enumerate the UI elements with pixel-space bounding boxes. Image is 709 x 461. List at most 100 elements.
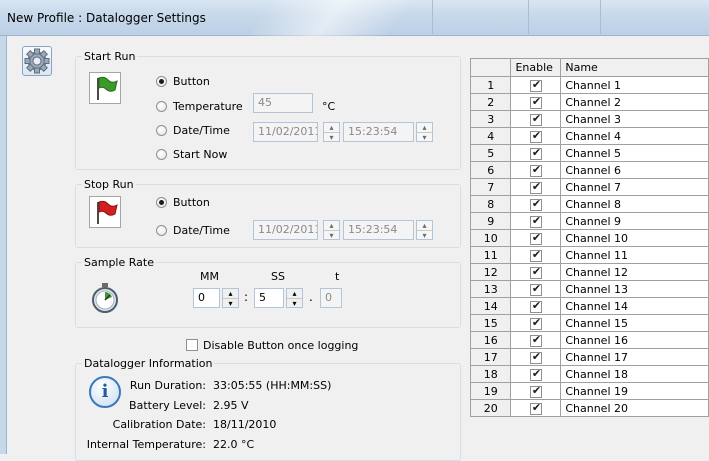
enable-checkbox[interactable]	[529, 231, 542, 245]
table-row[interactable]: 2 Channel 2	[469, 93, 709, 111]
start-time-spinner[interactable]: ▴ ▾	[416, 122, 433, 142]
channel-name[interactable]: Channel 14	[560, 297, 709, 315]
table-row[interactable]: 12 Channel 12	[469, 263, 709, 281]
channel-name[interactable]: Channel 5	[560, 144, 709, 162]
stop-date-input[interactable]: 11/02/2011	[253, 220, 318, 240]
row-number: 4	[469, 127, 512, 145]
table-row[interactable]: 3 Channel 3	[469, 110, 709, 128]
start-date-spinner[interactable]: ▴ ▾	[323, 122, 340, 142]
start-now-radio[interactable]	[156, 149, 167, 160]
channel-name[interactable]: Channel 7	[560, 178, 709, 196]
start-datetime-radio[interactable]	[156, 125, 167, 136]
channel-name[interactable]: Channel 3	[560, 110, 709, 128]
enable-checkbox[interactable]	[529, 180, 542, 194]
table-row[interactable]: 4 Channel 4	[469, 127, 709, 145]
start-button-label: Button	[173, 75, 210, 88]
enable-cell	[510, 93, 562, 111]
enable-checkbox[interactable]	[529, 299, 542, 313]
enable-checkbox[interactable]	[529, 350, 542, 364]
title-bar-glare	[249, 0, 411, 36]
minutes-input[interactable]: 0	[193, 288, 220, 308]
stop-time-spinner[interactable]: ▴ ▾	[416, 220, 433, 240]
table-row[interactable]: 10 Channel 10	[469, 229, 709, 247]
enable-checkbox[interactable]	[529, 316, 542, 330]
table-row[interactable]: 1 Channel 1	[469, 76, 709, 94]
start-time-input[interactable]: 15:23:54	[343, 122, 414, 142]
column-header-enable[interactable]: Enable	[510, 58, 562, 77]
table-row[interactable]: 11 Channel 11	[469, 246, 709, 264]
channel-name[interactable]: Channel 11	[560, 246, 709, 264]
mm-label: MM	[200, 270, 219, 283]
disable-button-checkbox[interactable]	[186, 339, 198, 351]
start-button-radio[interactable]	[156, 76, 167, 87]
row-number: 17	[469, 348, 512, 366]
enable-checkbox[interactable]	[529, 367, 542, 381]
table-row[interactable]: 8 Channel 8	[469, 195, 709, 213]
enable-checkbox[interactable]	[529, 248, 542, 262]
channel-name[interactable]: Channel 10	[560, 229, 709, 247]
gear-icon	[22, 46, 52, 76]
enable-checkbox[interactable]	[529, 401, 542, 415]
table-row[interactable]: 17 Channel 17	[469, 348, 709, 366]
enable-checkbox[interactable]	[529, 78, 542, 92]
channel-name[interactable]: Channel 19	[560, 382, 709, 400]
enable-checkbox[interactable]	[529, 214, 542, 228]
enable-checkbox[interactable]	[529, 95, 542, 109]
start-temperature-input[interactable]: 45	[253, 93, 313, 113]
stop-datetime-radio[interactable]	[156, 225, 167, 236]
row-number: 2	[469, 93, 512, 111]
ss-label: SS	[271, 270, 285, 283]
stop-button-radio[interactable]	[156, 197, 167, 208]
enable-checkbox[interactable]	[529, 265, 542, 279]
enable-checkbox[interactable]	[529, 129, 542, 143]
stop-time-input[interactable]: 15:23:54	[343, 220, 414, 240]
table-row[interactable]: 18 Channel 18	[469, 365, 709, 383]
start-date-input[interactable]: 11/02/2011	[253, 122, 318, 142]
enable-checkbox[interactable]	[529, 197, 542, 211]
enable-cell	[510, 382, 562, 400]
table-row[interactable]: 13 Channel 13	[469, 280, 709, 298]
channel-name[interactable]: Channel 13	[560, 280, 709, 298]
channel-table: Enable Name 1Channel 12Channel 23Channel…	[469, 58, 709, 417]
table-row[interactable]: 19 Channel 19	[469, 382, 709, 400]
channel-name[interactable]: Channel 1	[560, 76, 709, 94]
table-row[interactable]: 5 Channel 5	[469, 144, 709, 162]
table-row[interactable]: 7 Channel 7	[469, 178, 709, 196]
tenths-input[interactable]: 0	[320, 288, 342, 308]
row-number: 3	[469, 110, 512, 128]
channel-name[interactable]: Channel 2	[560, 93, 709, 111]
stop-run-legend: Stop Run	[84, 178, 134, 191]
row-number: 11	[469, 246, 512, 264]
channel-name[interactable]: Channel 12	[560, 263, 709, 281]
enable-checkbox[interactable]	[529, 333, 542, 347]
column-header-name[interactable]: Name	[560, 58, 709, 77]
seconds-spinner[interactable]: ▴ ▾	[286, 288, 303, 308]
table-row[interactable]: 9 Channel 9	[469, 212, 709, 230]
channel-name[interactable]: Channel 4	[560, 127, 709, 145]
table-row[interactable]: 20 Channel 20	[469, 399, 709, 417]
channel-name[interactable]: Channel 16	[560, 331, 709, 349]
enable-checkbox[interactable]	[529, 384, 542, 398]
enable-checkbox[interactable]	[529, 282, 542, 296]
channel-name[interactable]: Channel 9	[560, 212, 709, 230]
stop-button-label: Button	[173, 196, 210, 209]
minutes-spinner[interactable]: ▴ ▾	[222, 288, 239, 308]
channel-name[interactable]: Channel 15	[560, 314, 709, 332]
table-row[interactable]: 6 Channel 6	[469, 161, 709, 179]
row-number: 1	[469, 76, 512, 94]
seconds-input[interactable]: 5	[254, 288, 284, 308]
stop-date-spinner[interactable]: ▴ ▾	[323, 220, 340, 240]
channel-name[interactable]: Channel 6	[560, 161, 709, 179]
channel-name[interactable]: Channel 8	[560, 195, 709, 213]
row-number: 14	[469, 297, 512, 315]
enable-checkbox[interactable]	[529, 163, 542, 177]
enable-checkbox[interactable]	[529, 146, 542, 160]
channel-name[interactable]: Channel 20	[560, 399, 709, 417]
table-row[interactable]: 15 Channel 15	[469, 314, 709, 332]
channel-name[interactable]: Channel 18	[560, 365, 709, 383]
enable-checkbox[interactable]	[529, 112, 542, 126]
table-row[interactable]: 16 Channel 16	[469, 331, 709, 349]
start-temperature-radio[interactable]	[156, 101, 167, 112]
channel-name[interactable]: Channel 17	[560, 348, 709, 366]
table-row[interactable]: 14 Channel 14	[469, 297, 709, 315]
